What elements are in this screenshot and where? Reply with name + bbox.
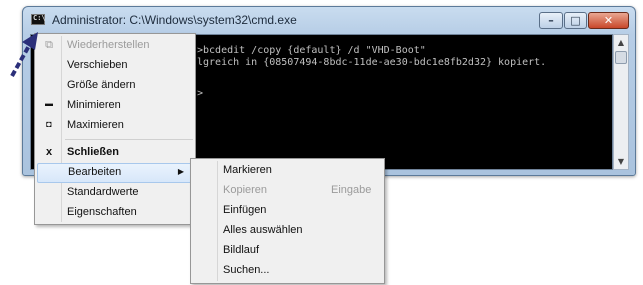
menu-item-label: Schließen (67, 146, 119, 158)
scroll-down-icon[interactable]: ▼ (614, 154, 628, 169)
menu-item-label: Minimieren (67, 99, 121, 111)
maximize-button[interactable]: □ (564, 12, 587, 29)
system-menu: ⧉ Wiederherstellen Verschieben Größe änd… (34, 33, 196, 225)
restore-icon: ⧉ (45, 39, 53, 51)
menu-separator (65, 139, 193, 140)
console-line: lgreich in {08507494-8bdc-11de-ae30-bdc1… (197, 57, 547, 68)
submenu-item-copy[interactable]: Kopieren Eingabe (191, 181, 384, 201)
menu-item-label: Größe ändern (67, 79, 136, 91)
maximize-icon: ◘ (46, 119, 52, 129)
menu-item-maximize[interactable]: ◘ Maximieren (35, 116, 195, 136)
menu-item-defaults[interactable]: Standardwerte (35, 183, 195, 203)
edit-submenu: Markieren Kopieren Eingabe Einfügen Alle… (190, 158, 385, 284)
menu-item-minimize[interactable]: ▬ Minimieren (35, 96, 195, 116)
minimize-button[interactable]: – (539, 12, 563, 29)
menu-item-resize[interactable]: Größe ändern (35, 76, 195, 96)
submenu-item-scroll[interactable]: Bildlauf (191, 241, 384, 261)
vertical-scrollbar[interactable]: ▲ ▼ (613, 34, 629, 170)
minimize-icon: ▬ (45, 99, 53, 108)
menu-item-label: Alles auswählen (223, 224, 303, 236)
menu-item-properties[interactable]: Eigenschaften (35, 203, 195, 223)
menu-item-label: Bildlauf (223, 244, 260, 256)
console-line: > (197, 88, 204, 99)
annotation-arrow-icon (10, 32, 38, 77)
submenu-item-mark[interactable]: Markieren (191, 161, 384, 181)
menu-item-label: Eigenschaften (67, 206, 137, 218)
console-line: >bcdedit /copy {default} /d "VHD-Boot" (197, 45, 426, 56)
submenu-item-find[interactable]: Suchen... (191, 261, 384, 281)
menu-item-edit[interactable]: Bearbeiten ▶ (37, 163, 193, 183)
close-icon: x (45, 146, 53, 158)
window-title: Administrator: C:\Windows\system32\cmd.e… (52, 13, 297, 27)
menu-item-label: Maximieren (67, 119, 124, 131)
menu-item-label: Markieren (223, 164, 272, 176)
scroll-up-icon[interactable]: ▲ (614, 35, 628, 50)
menu-item-label: Standardwerte (67, 186, 139, 198)
submenu-item-select-all[interactable]: Alles auswählen (191, 221, 384, 241)
menu-item-close[interactable]: x Schließen (35, 143, 195, 163)
menu-item-restore[interactable]: ⧉ Wiederherstellen (35, 36, 195, 56)
menu-item-label: Kopieren (223, 184, 268, 196)
close-button[interactable]: ✕ (588, 12, 629, 29)
scroll-thumb[interactable] (615, 51, 627, 64)
menu-item-label: Bearbeiten (68, 166, 122, 178)
menu-item-move[interactable]: Verschieben (35, 56, 195, 76)
title-bar[interactable]: Administrator: C:\Windows\system32\cmd.e… (23, 7, 635, 34)
menu-item-accelerator: Eingabe (331, 184, 372, 196)
menu-item-label: Suchen... (223, 264, 270, 276)
menu-item-label: Einfügen (223, 204, 267, 216)
cmd-app-icon[interactable] (31, 14, 46, 25)
menu-item-label: Verschieben (67, 59, 128, 71)
submenu-arrow-icon: ▶ (177, 167, 184, 176)
menu-item-label: Wiederherstellen (67, 39, 150, 51)
submenu-item-paste[interactable]: Einfügen (191, 201, 384, 221)
